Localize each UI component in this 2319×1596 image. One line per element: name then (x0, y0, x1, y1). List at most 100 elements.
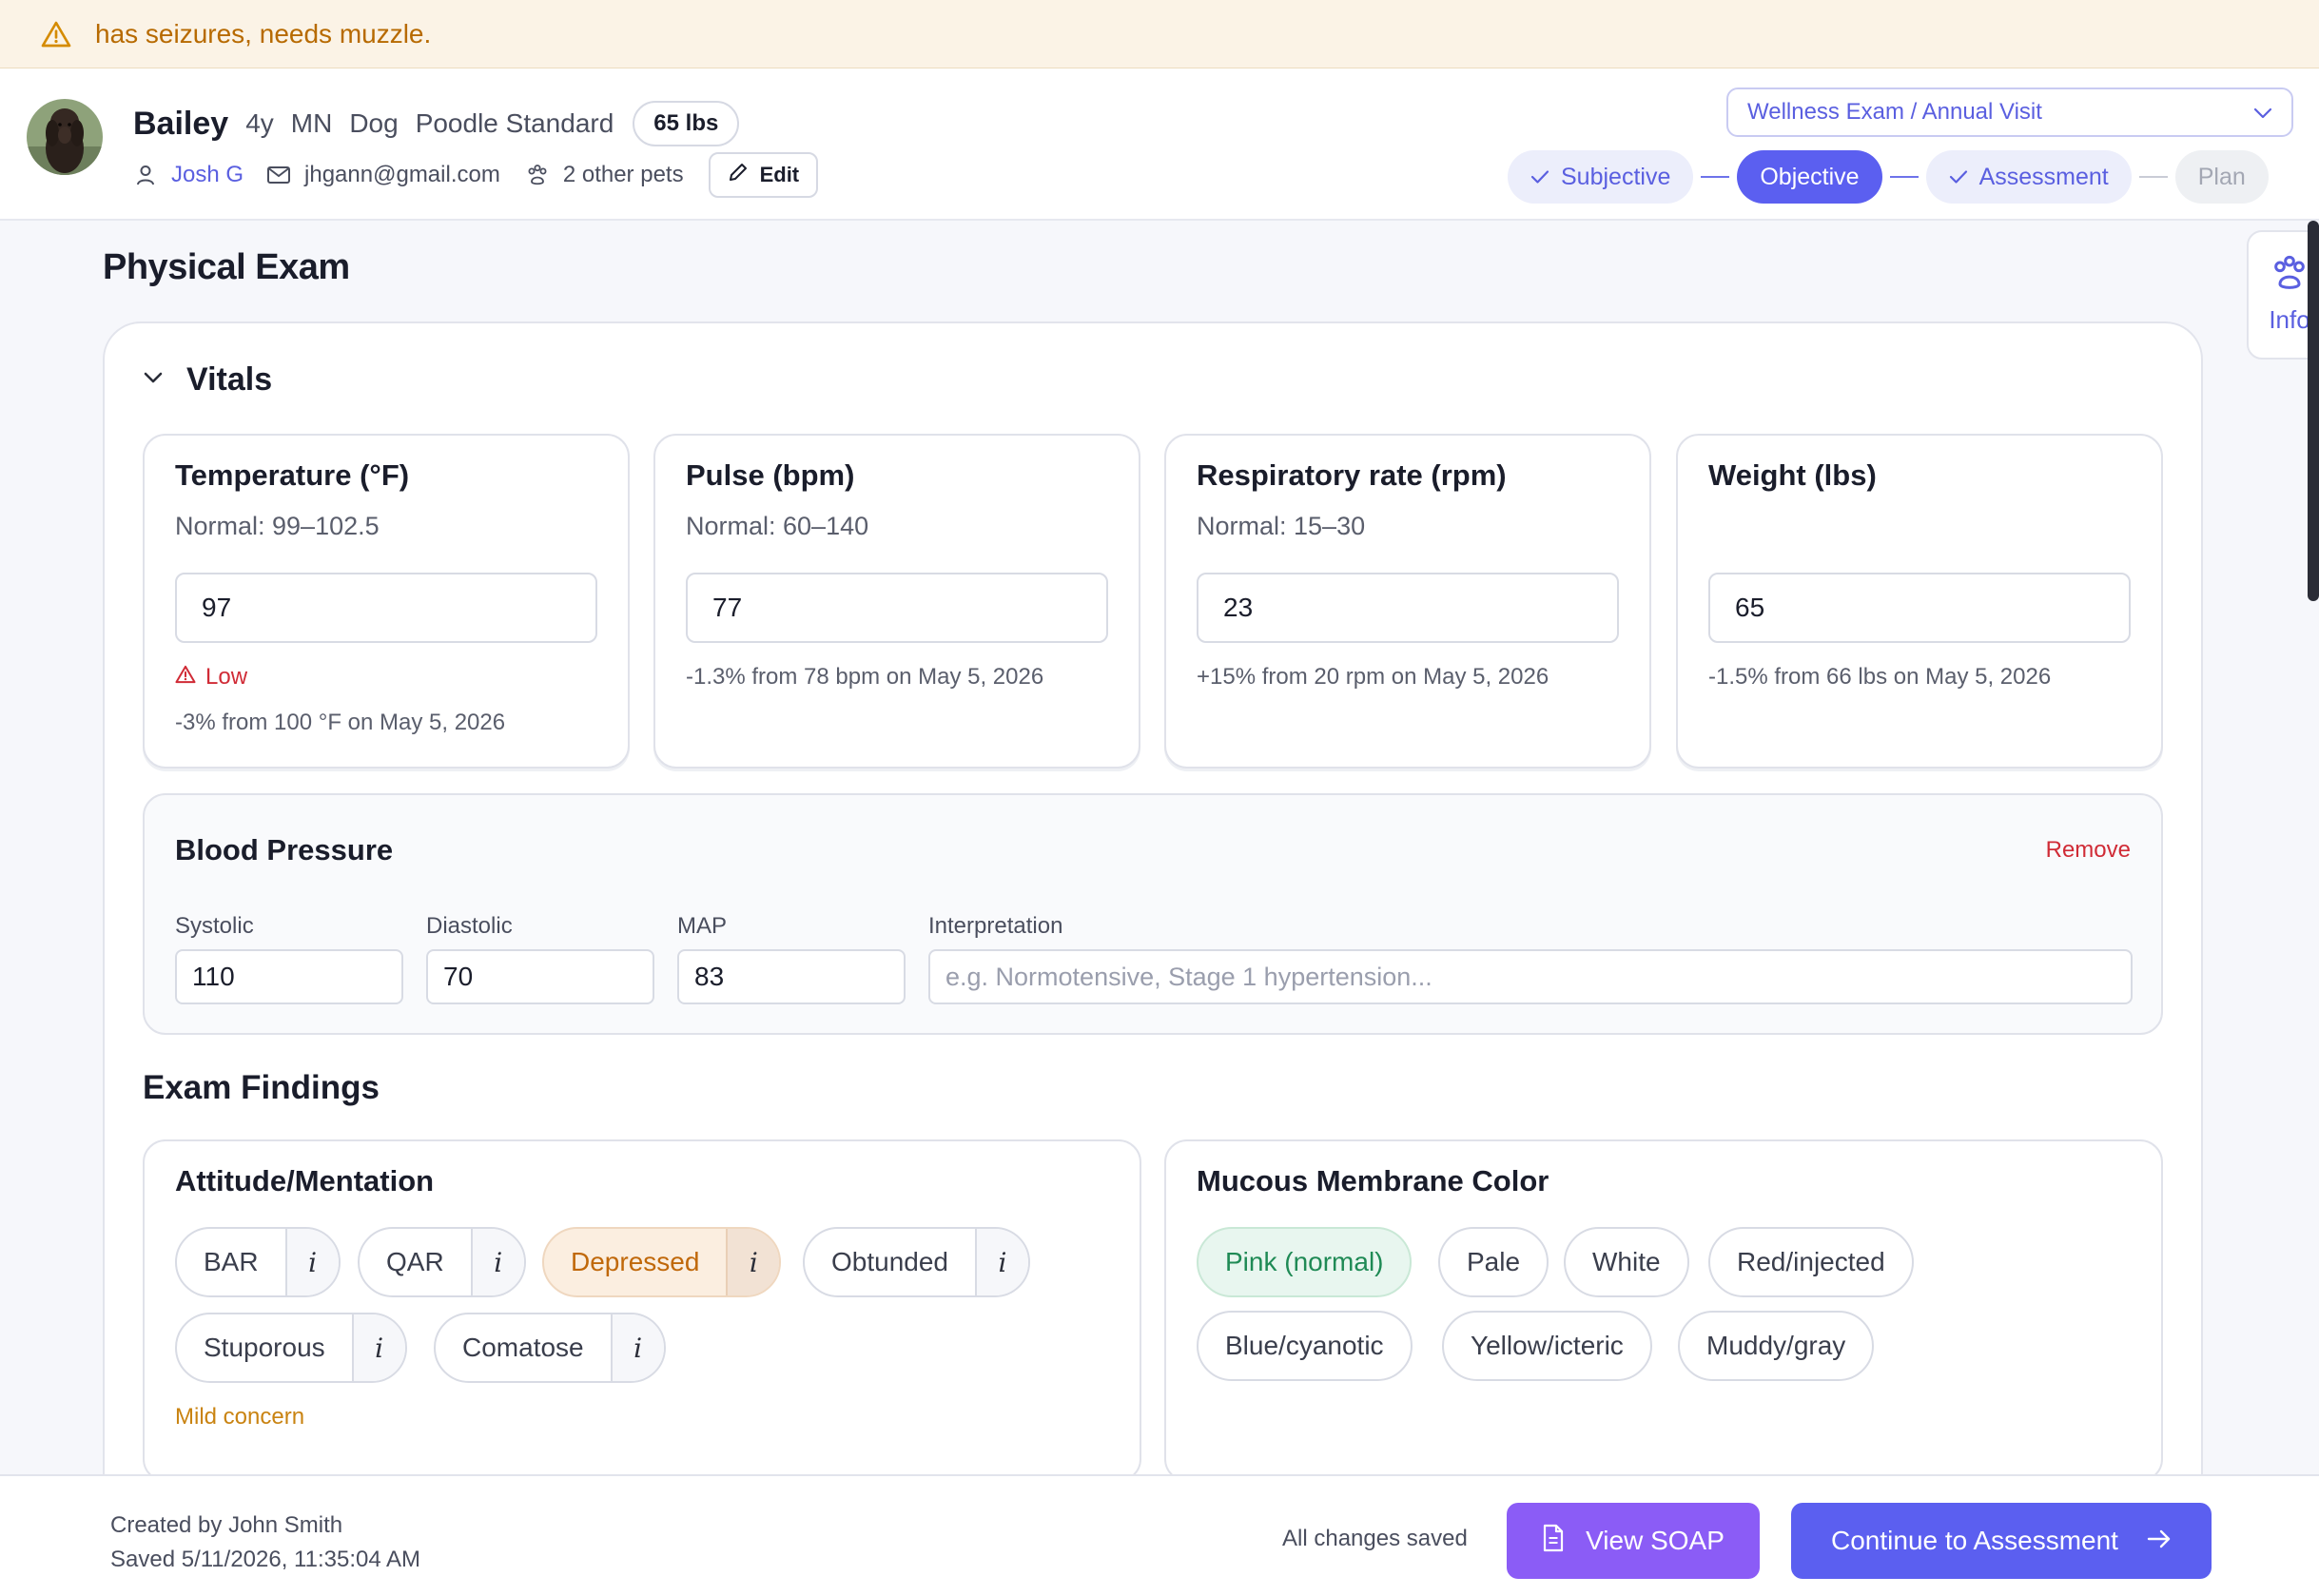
option-label: White (1592, 1247, 1661, 1276)
vital-title: Pulse (bpm) (686, 458, 855, 492)
option-pink-normal[interactable]: Pink (normal) (1197, 1227, 1413, 1297)
visit-type-select[interactable]: Wellness Exam / Annual Visit (1726, 88, 2293, 137)
document-icon (1542, 1524, 1565, 1559)
option-depressed[interactable]: Depressed i (542, 1227, 782, 1297)
pencil-icon (728, 162, 749, 188)
respiratory-rate-input[interactable]: 23 (1197, 573, 1619, 643)
view-soap-button[interactable]: View SOAP (1507, 1503, 1760, 1579)
scrollbar[interactable] (2308, 221, 2319, 601)
chevron-down-icon (2253, 99, 2272, 126)
arrow-right-icon (2147, 1526, 2172, 1556)
interpretation-label: Interpretation (928, 913, 1063, 939)
step-connector (1701, 176, 1730, 178)
vital-normal-range: Normal: 15–30 (1197, 512, 1366, 540)
check-icon (1530, 164, 1549, 191)
step-objective[interactable]: Objective (1737, 150, 1882, 204)
interpretation-input[interactable]: e.g. Normotensive, Stage 1 hypertension.… (928, 949, 2133, 1004)
option-label: Yellow/icteric (1471, 1331, 1624, 1360)
vital-delta: -3% from 100 °F on May 5, 2026 (175, 710, 506, 735)
option-bar[interactable]: BAR i (175, 1227, 341, 1297)
patient-summary: Bailey 4y MN Dog Poodle Standard 65 lbs (133, 101, 740, 146)
step-assessment[interactable]: Assessment (1925, 150, 2132, 204)
chevron-down-icon (143, 371, 164, 389)
option-obtunded[interactable]: Obtunded i (803, 1227, 1030, 1297)
vitals-toggle[interactable]: Vitals (143, 361, 272, 399)
diastolic-input[interactable]: 70 (426, 949, 654, 1004)
low-flag: Low (175, 664, 247, 691)
step-plan[interactable]: Plan (2174, 150, 2269, 204)
step-connector (2138, 176, 2168, 178)
info-icon[interactable]: i (351, 1314, 405, 1381)
edit-patient-button[interactable]: Edit (708, 152, 819, 198)
option-red-injected[interactable]: Red/injected (1708, 1227, 1914, 1297)
soap-stepper: Subjective Objective Assessment Plan (1508, 150, 2269, 204)
option-white[interactable]: White (1564, 1227, 1689, 1297)
owner-link[interactable]: Josh G (171, 162, 244, 188)
systolic-field: Systolic 110 (175, 913, 403, 1004)
view-soap-label: View SOAP (1586, 1526, 1725, 1555)
warning-icon (175, 664, 196, 691)
alert-banner: has seizures, needs muzzle. (0, 0, 2319, 68)
page-title: Physical Exam (103, 247, 350, 287)
owner-email[interactable]: jhgann@gmail.com (304, 162, 500, 188)
patient-age: 4y (245, 108, 274, 138)
remove-blood-pressure-button[interactable]: Remove (2046, 837, 2131, 864)
option-label: QAR (386, 1247, 444, 1276)
info-icon[interactable]: i (726, 1229, 780, 1295)
temperature-input[interactable]: 97 (175, 573, 597, 643)
info-icon[interactable]: i (975, 1229, 1028, 1295)
vital-normal-range: Normal: 99–102.5 (175, 512, 380, 540)
option-yellow-icteric[interactable]: Yellow/icteric (1442, 1311, 1652, 1381)
systolic-input[interactable]: 110 (175, 949, 403, 1004)
saved-at: Saved 5/11/2026, 11:35:04 AM (110, 1547, 421, 1572)
map-input[interactable]: 83 (677, 949, 906, 1004)
warning-icon (38, 16, 74, 52)
diastolic-label: Diastolic (426, 913, 513, 939)
step-subjective[interactable]: Subjective (1508, 150, 1694, 204)
option-blue-cyanotic[interactable]: Blue/cyanotic (1197, 1311, 1413, 1381)
vital-card-temperature: Temperature (°F) Normal: 99–102.5 97 Low… (143, 434, 630, 769)
option-label: Red/injected (1737, 1247, 1885, 1276)
option-stuporous[interactable]: Stuporous i (175, 1313, 407, 1383)
vital-card-respiratory-rate: Respiratory rate (rpm) Normal: 15–30 23 … (1164, 434, 1651, 769)
patient-header: Bailey 4y MN Dog Poodle Standard 65 lbs … (0, 68, 2319, 221)
avatar[interactable] (27, 99, 103, 175)
info-icon[interactable]: i (284, 1229, 339, 1295)
continue-label: Continue to Assessment (1831, 1526, 2118, 1555)
option-label: Stuporous (204, 1333, 325, 1362)
option-qar[interactable]: QAR i (358, 1227, 526, 1297)
vital-title: Respiratory rate (rpm) (1197, 458, 1507, 492)
option-muddy-gray[interactable]: Muddy/gray (1678, 1311, 1875, 1381)
exam-findings-title: Exam Findings (143, 1069, 380, 1106)
footer-bar: Created by John Smith Saved 5/11/2026, 1… (0, 1474, 2319, 1596)
option-comatose[interactable]: Comatose i (434, 1313, 666, 1383)
diastolic-field: Diastolic 70 (426, 913, 654, 1004)
patient-name: Bailey (133, 105, 229, 142)
blood-pressure-title: Blood Pressure (175, 833, 394, 866)
info-icon[interactable]: i (610, 1314, 664, 1381)
option-label: Muddy/gray (1706, 1331, 1846, 1360)
vital-title: Temperature (°F) (175, 458, 410, 492)
weight-input[interactable]: 65 (1708, 573, 2131, 643)
concern-note: Mild concern (175, 1404, 305, 1430)
option-pale[interactable]: Pale (1438, 1227, 1549, 1297)
attitude-title: Attitude/Mentation (175, 1164, 435, 1197)
vital-title: Weight (lbs) (1708, 458, 1877, 492)
created-by: Created by John Smith (110, 1512, 343, 1538)
mucous-membrane-card: Mucous Membrane Color Pink (normal) Pale… (1164, 1139, 2163, 1482)
patient-species: Dog (349, 108, 399, 138)
option-label: Blue/cyanotic (1225, 1331, 1384, 1360)
patient-breed: Poodle Standard (415, 108, 614, 138)
vital-delta: -1.5% from 66 lbs on May 5, 2026 (1708, 664, 2052, 690)
vitals-title: Vitals (186, 361, 273, 398)
pulse-input[interactable]: 77 (686, 573, 1108, 643)
info-tab-label: Info (2269, 305, 2310, 334)
info-icon[interactable]: i (470, 1229, 524, 1295)
systolic-label: Systolic (175, 913, 254, 939)
record-info: Created by John Smith Saved 5/11/2026, 1… (110, 1508, 420, 1577)
continue-to-assessment-button[interactable]: Continue to Assessment (1791, 1503, 2212, 1579)
flag-label: Low (205, 664, 248, 690)
option-label: Comatose (462, 1333, 584, 1362)
step-connector (1889, 176, 1919, 178)
other-pets-link[interactable]: 2 other pets (563, 162, 684, 188)
